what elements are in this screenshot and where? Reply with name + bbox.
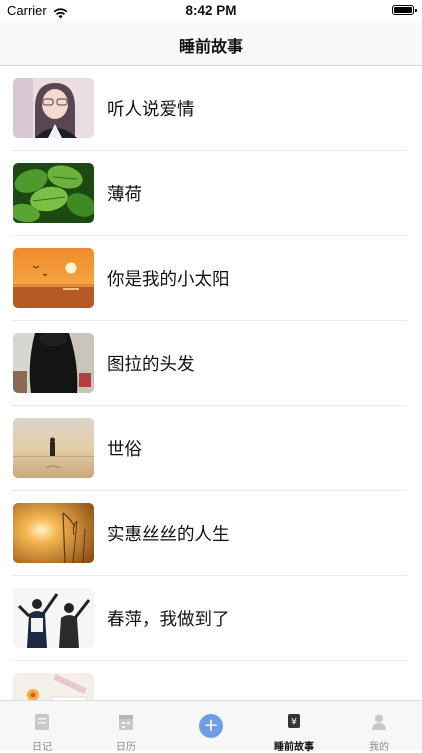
tab-calendar[interactable]: 日历 [84, 701, 168, 753]
story-title: 春萍，我做到了 [107, 610, 230, 630]
story-row[interactable]: 世俗 [0, 406, 422, 491]
person-in-sea-photo [13, 418, 94, 478]
tab-bar: 日记 日历 + ¥ 睡前故事 我的 [0, 700, 422, 753]
two-friends-cheering-photo [13, 588, 94, 648]
story-row[interactable] [0, 661, 422, 700]
battery-icon [392, 5, 417, 15]
stationery-photo [13, 673, 94, 700]
calendar-icon [118, 713, 134, 735]
tab-bedtime-stories[interactable]: ¥ 睡前故事 [252, 701, 336, 753]
girl-with-glasses-photo [13, 78, 94, 138]
status-time: 8:42 PM [185, 3, 237, 18]
story-title: 薄荷 [107, 185, 142, 205]
story-row[interactable]: 图拉的头发 [0, 321, 422, 406]
long-hair-photo [13, 333, 94, 393]
story-title: 你是我的小太阳 [107, 270, 230, 290]
story-row[interactable]: 你是我的小太阳 [0, 236, 422, 321]
tab-profile[interactable]: 我的 [337, 701, 421, 753]
tab-label: 日历 [116, 742, 136, 753]
tab-label: 睡前故事 [274, 742, 314, 753]
story-title: 实惠丝丝的人生 [107, 525, 230, 545]
diary-icon [34, 713, 50, 735]
page-title: 睡前故事 [178, 37, 243, 56]
story-title: 听人说爱情 [107, 100, 195, 120]
status-bar: Carrier 8:42 PM [0, 0, 422, 22]
tab-label: 日记 [32, 742, 52, 753]
tab-diary[interactable]: 日记 [0, 701, 84, 753]
plus-icon: + [199, 714, 223, 738]
story-row[interactable]: 听人说爱情 [0, 66, 422, 151]
story-title: 图拉的头发 [107, 355, 195, 375]
mint-leaves-photo [13, 163, 94, 223]
story-row[interactable]: 实惠丝丝的人生 [0, 491, 422, 576]
add-entry-button[interactable]: + [169, 701, 253, 751]
profile-icon [371, 713, 387, 735]
ocean-sunset-photo [13, 248, 94, 308]
tab-label: 我的 [369, 742, 389, 753]
navigation-bar: 睡前故事 [0, 22, 422, 66]
bedtime-story-icon: ¥ [287, 713, 301, 733]
reeds-sunset-photo [13, 503, 94, 563]
svg-text:¥: ¥ [291, 718, 297, 728]
story-list[interactable]: 听人说爱情 薄荷 你是我的小太阳 图拉的头发 世俗 实惠丝丝的人生 春萍，我做到… [0, 66, 422, 700]
story-row[interactable]: 薄荷 [0, 151, 422, 236]
story-title: 世俗 [107, 440, 142, 460]
story-row[interactable]: 春萍，我做到了 [0, 576, 422, 661]
